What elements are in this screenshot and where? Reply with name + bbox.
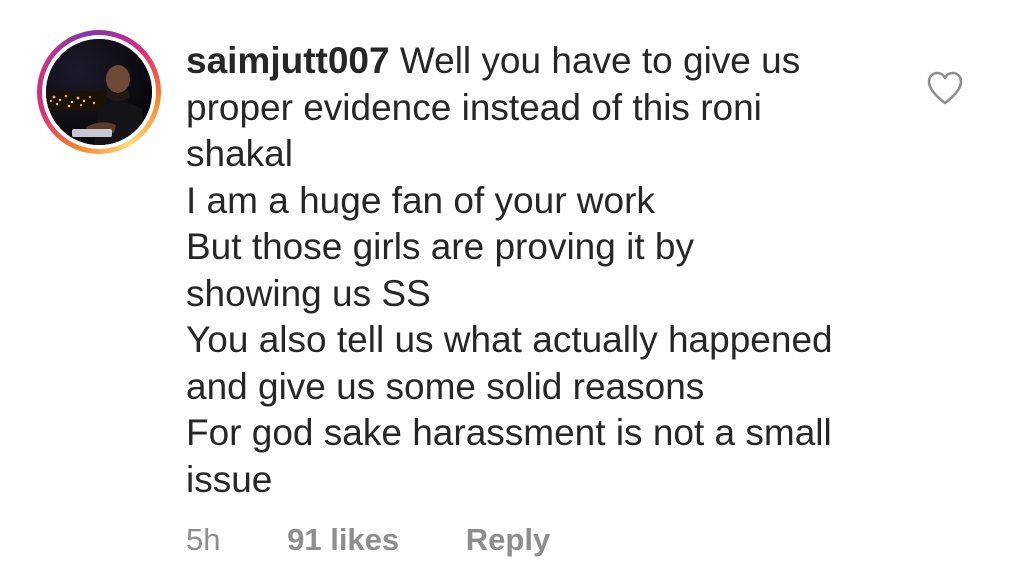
comment-first-line: saimjutt007 Well you have to give us xyxy=(186,38,906,85)
like-button[interactable] xyxy=(926,70,964,106)
comment-timestamp: 5h xyxy=(186,522,221,557)
avatar-photo-icon xyxy=(46,39,152,145)
comment-text-line: showing us SS xyxy=(186,272,431,314)
comment-item: saimjutt007 Well you have to give us pro… xyxy=(0,0,1024,565)
comment-username[interactable]: saimjutt007 xyxy=(186,40,390,81)
comment-text-line: shakal xyxy=(186,133,293,174)
comment-text-line: Well you have to give us xyxy=(399,40,801,81)
comment-body: saimjutt007 Well you have to give us pro… xyxy=(186,38,906,503)
comment-text-line: I am a huge fan of your work xyxy=(186,179,655,221)
heart-outline-icon xyxy=(927,71,963,105)
reply-button[interactable]: Reply xyxy=(466,520,550,560)
story-ring[interactable] xyxy=(37,30,161,154)
comment-text-line: issue xyxy=(186,458,273,500)
comment-likes-count[interactable]: 91 likes xyxy=(287,520,399,560)
comment-text-line: But those girls are proving it by xyxy=(186,226,694,267)
comment-text-line: For god sake harassment is not a small xyxy=(186,412,832,453)
comment-text-line: and give us some solid reasons xyxy=(186,365,705,407)
avatar[interactable] xyxy=(46,39,152,145)
comment-text-line: proper evidence instead of this roni xyxy=(186,86,762,128)
comment-text-line: You also tell us what actually happened xyxy=(186,319,833,360)
comment-meta: 5h 91 likes Reply xyxy=(186,520,550,560)
